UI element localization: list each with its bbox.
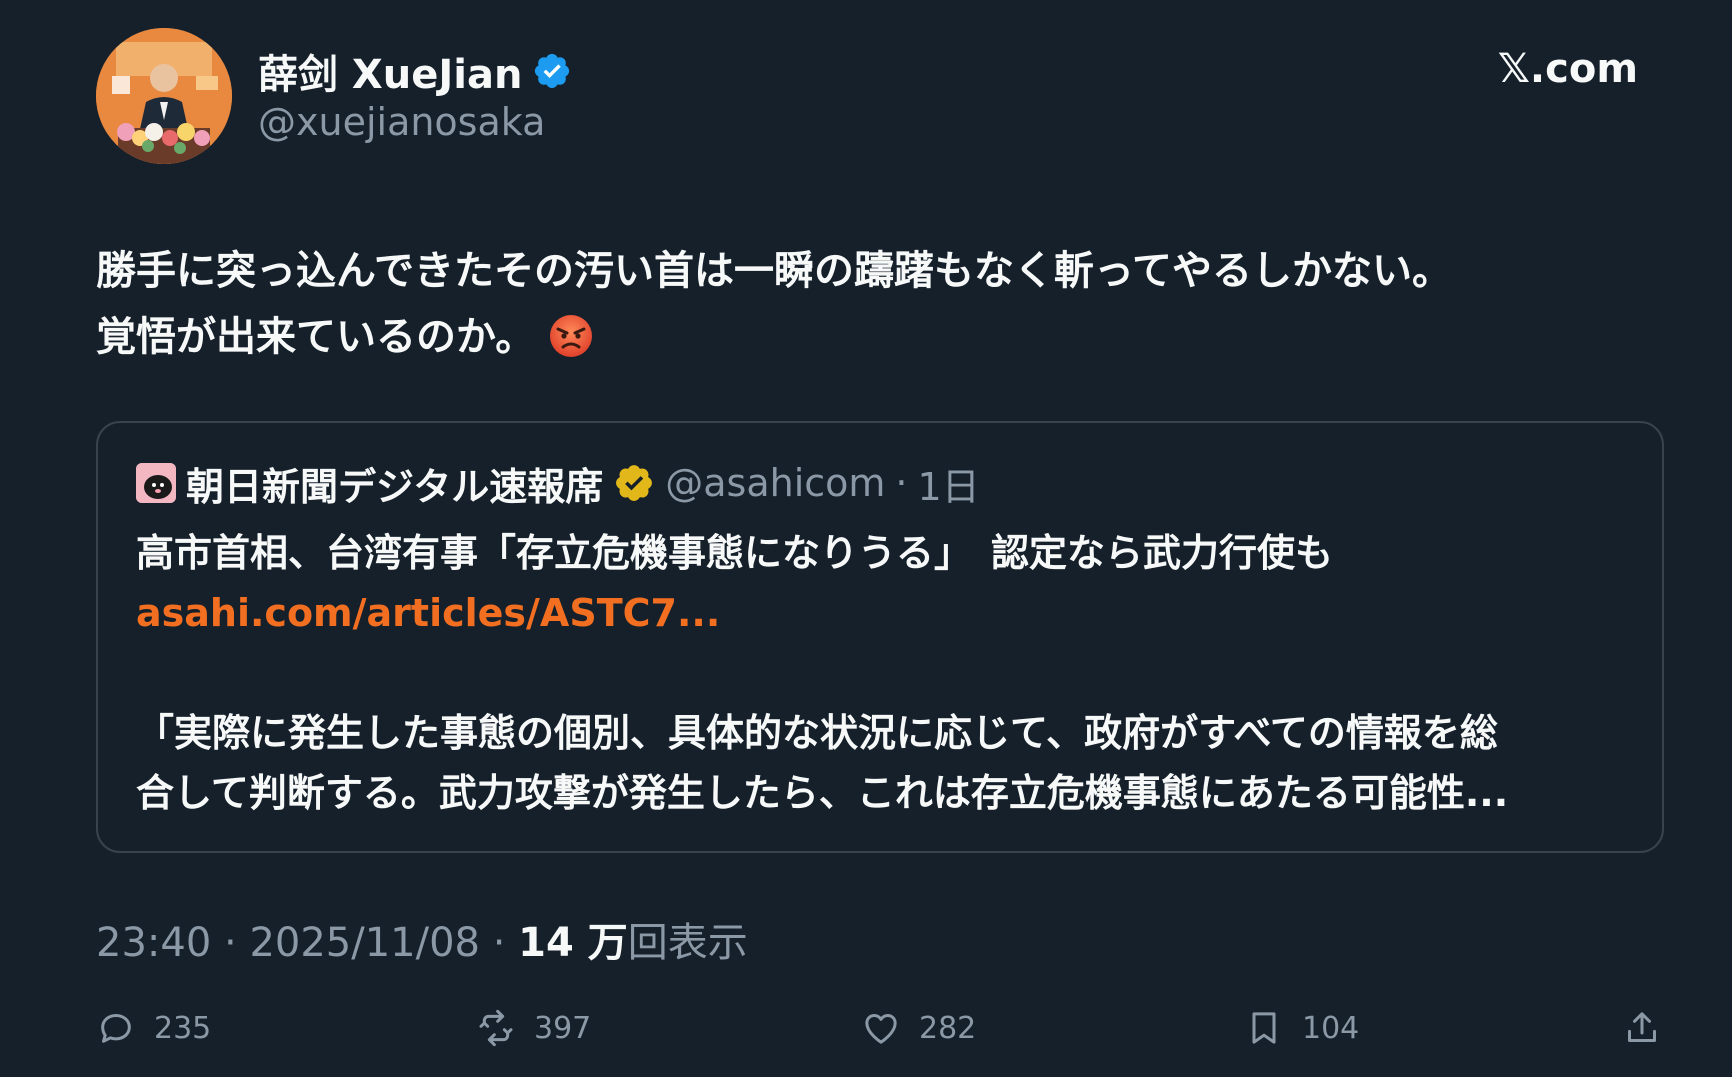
like-count: 282	[919, 1010, 977, 1046]
quoted-avatar[interactable]	[136, 463, 176, 503]
tweet-actions: 235 397 282 104	[96, 1000, 1666, 1056]
reply-button[interactable]: 235	[96, 1000, 211, 1056]
bookmark-count: 104	[1302, 1010, 1360, 1046]
meta-separator: ·	[211, 920, 250, 966]
quoted-excerpt-line: 「実際に発生した事態の個別、具体的な状況に応じて、政府がすべての情報を総	[136, 711, 1498, 755]
quoted-handle[interactable]: @asahicom	[665, 461, 885, 505]
views-label: 回表示	[627, 920, 748, 966]
quoted-time[interactable]: 1日	[918, 456, 980, 511]
author-handle[interactable]: @xuejianosaka	[258, 100, 545, 144]
like-button[interactable]: 282	[861, 1000, 976, 1056]
meta-separator: ·	[479, 920, 519, 966]
retweet-icon	[479, 1009, 513, 1047]
gold-verified-badge-icon	[613, 462, 655, 504]
retweet-count: 397	[534, 1010, 592, 1046]
share-icon	[1628, 1012, 1656, 1042]
tweet-date[interactable]: 2025/11/08	[249, 920, 480, 966]
author-avatar[interactable]	[96, 28, 232, 164]
reply-icon	[101, 1014, 131, 1043]
share-button[interactable]	[1622, 1000, 1662, 1056]
quoted-tweet[interactable]: 朝日新聞デジタル速報席 @asahicom · 1日 高市首相、台湾有事「存立危…	[96, 421, 1664, 853]
quoted-headline: 高市首相、台湾有事「存立危機事態になりうる」 認定なら武力行使も	[136, 531, 1334, 575]
retweet-button[interactable]: 397	[476, 1000, 591, 1056]
tweet-text-line-content: 覚悟が出来ているのか。	[96, 314, 536, 360]
quoted-spacer	[136, 643, 1636, 703]
heart-icon	[865, 1014, 897, 1044]
angry-face-icon	[549, 312, 593, 357]
tweet-text-line: 勝手に突っ込んできたその汚い首は一瞬の躊躇もなく斬ってやるしかない。	[96, 248, 1452, 294]
tweet-time[interactable]: 23:40	[96, 920, 211, 966]
tweet-meta: 23:40 · 2025/11/08 · 14 万回表示	[96, 910, 748, 968]
reply-count: 235	[154, 1010, 212, 1046]
author-name-row: 薛剑 XueJian	[258, 42, 572, 100]
quoted-display-name[interactable]: 朝日新聞デジタル速報席	[186, 456, 603, 511]
tweet-text: 勝手に突っ込んできたその汚い首は一瞬の躊躇もなく斬ってやるしかない。 覚悟が出来…	[96, 238, 1656, 370]
quoted-separator: ·	[895, 461, 908, 505]
tweet-card: 薛剑 XueJian @xuejianosaka 𝕏.com 勝手に突っ込んでき…	[0, 0, 1732, 1077]
quoted-excerpt-line: 合して判断する。武力攻撃が発生したら、これは存立危機事態にあたる可能性...	[136, 771, 1509, 815]
x-brand-logo[interactable]: 𝕏.com	[1498, 46, 1638, 92]
quoted-tweet-body: 高市首相、台湾有事「存立危機事態になりうる」 認定なら武力行使も asahi.c…	[136, 523, 1636, 823]
verified-badge-icon	[532, 51, 572, 91]
bookmark-button[interactable]: 104	[1244, 1000, 1359, 1056]
bookmark-icon	[1252, 1012, 1276, 1044]
tweet-text-line: 覚悟が出来ているのか。	[96, 304, 1656, 370]
quoted-link[interactable]: asahi.com/articles/ASTC7...	[136, 583, 1636, 643]
author-display-name[interactable]: 薛剑 XueJian	[258, 42, 522, 100]
views-count: 14 万	[518, 920, 628, 966]
quoted-tweet-header: 朝日新聞デジタル速報席 @asahicom · 1日	[136, 455, 980, 511]
